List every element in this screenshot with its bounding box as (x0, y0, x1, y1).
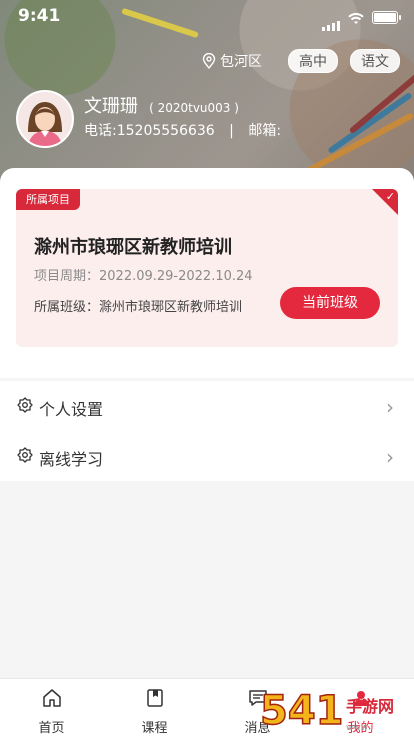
tab-courses[interactable]: 课程 (103, 679, 206, 737)
name-line: 文珊珊 ( 2020tvu003 ) (84, 92, 239, 118)
subject-tag[interactable]: 语文 (350, 49, 400, 73)
project-class: 所属班级：滁州市琅琊区新教师培训 (34, 300, 243, 315)
gear-icon (17, 397, 33, 413)
phone-text: 电话:15205556636 (84, 123, 215, 139)
book-icon (146, 689, 163, 707)
gear-icon (17, 447, 33, 463)
svg-text:www: www (346, 723, 368, 733)
menu-item-label: 个人设置 (39, 400, 104, 419)
contact-line: 电话:15205556636 | 邮箱: (84, 120, 281, 140)
cellular-signal-icon (322, 12, 342, 31)
wifi-icon (348, 10, 364, 29)
menu-item-offline-learning[interactable]: 离线学习 › (0, 431, 414, 481)
location-selector[interactable]: 包河区 (202, 51, 262, 71)
location-pin-icon (202, 53, 216, 69)
email-text: 邮箱: (248, 123, 282, 139)
project-tag: 所属项目 (16, 189, 80, 210)
home-icon (42, 689, 61, 707)
tab-label: 首页 (38, 721, 65, 736)
decor-pencil (348, 71, 414, 135)
location-label: 包河区 (220, 54, 262, 70)
svg-text:手游网: 手游网 (346, 697, 394, 716)
project-card[interactable]: 所属项目 ✓ 滁州市琅琊区新教师培训 项目周期：2022.09.29-2022.… (16, 189, 398, 347)
user-code: ( 2020tvu003 ) (149, 101, 239, 115)
project-period: 项目周期：2022.09.29-2022.10.24 (34, 269, 253, 284)
settings-menu: 个人设置 › 离线学习 › (0, 381, 414, 481)
tab-label: 课程 (141, 721, 168, 736)
user-name: 文珊珊 (84, 96, 138, 117)
avatar[interactable] (16, 90, 74, 148)
watermark-logo: 541 手游网 www (259, 687, 394, 735)
header-filters: 包河区 高中 语文 (202, 49, 400, 73)
status-bar: 9:41 (0, 0, 414, 34)
content-sheet: 所属项目 ✓ 滁州市琅琊区新教师培训 项目周期：2022.09.29-2022.… (0, 168, 414, 378)
svg-text:541: 541 (260, 688, 344, 734)
check-icon: ✓ (385, 190, 395, 203)
contact-separator: | (229, 123, 234, 139)
battery-icon (372, 11, 401, 24)
menu-item-label: 离线学习 (39, 450, 104, 469)
chevron-right-icon: › (386, 445, 394, 469)
tab-home[interactable]: 首页 (0, 679, 103, 737)
menu-item-personal-settings[interactable]: 个人设置 › (0, 381, 414, 431)
chevron-right-icon: › (386, 395, 394, 419)
stage-tag[interactable]: 高中 (288, 49, 338, 73)
project-title: 滁州市琅琊区新教师培训 (34, 237, 232, 258)
current-class-button[interactable]: 当前班级 (280, 287, 380, 319)
status-time: 9:41 (18, 6, 61, 26)
